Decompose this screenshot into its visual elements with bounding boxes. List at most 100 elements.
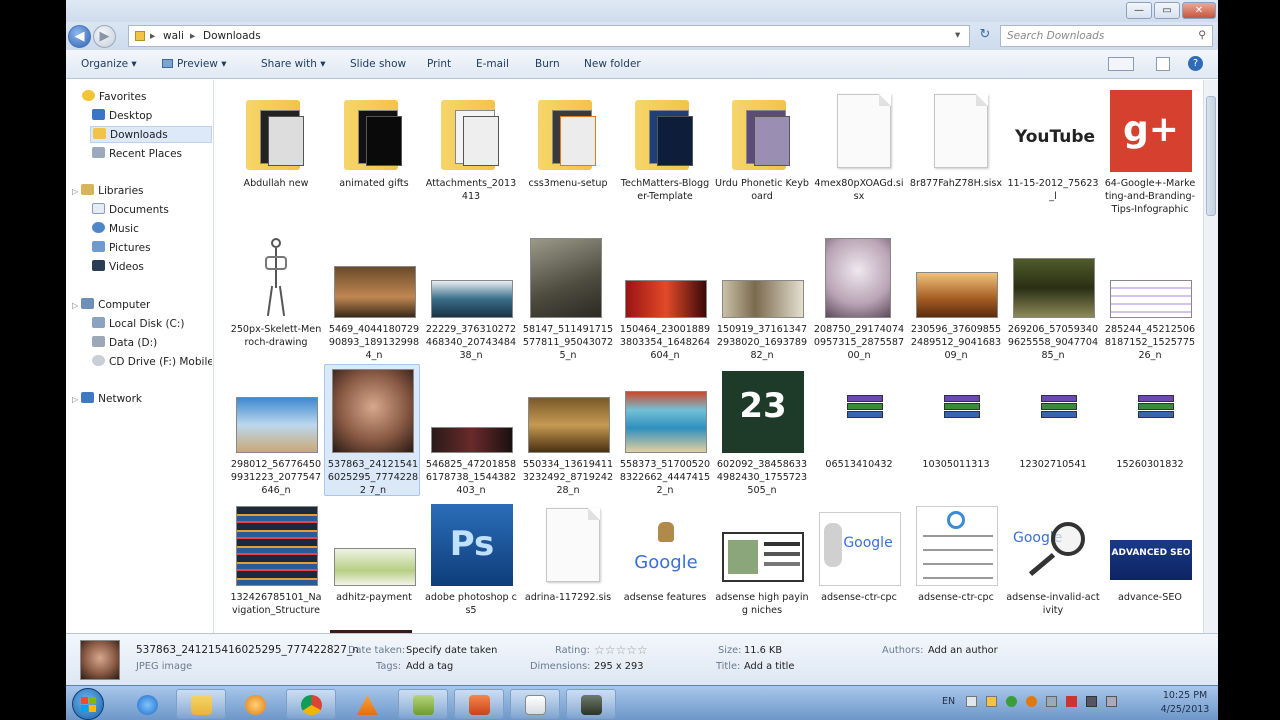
file-item[interactable]: 546825_472018586178738_1544382403_n xyxy=(423,365,519,497)
forward-button[interactable]: ▶ xyxy=(93,25,116,48)
file-item[interactable]: 4mex80pXOAGd.sisx xyxy=(811,84,907,216)
folder-item[interactable]: animated gifts xyxy=(326,84,422,216)
address-bar[interactable]: ▸ wali ▸ Downloads ▾ xyxy=(128,25,970,47)
file-item[interactable]: 58147_511491715577811_950430725_n xyxy=(520,230,616,362)
file-item[interactable]: 22229_376310272468340_2074348438_n xyxy=(423,230,519,362)
authors-field[interactable]: Add an author xyxy=(928,645,998,656)
tray-icon[interactable] xyxy=(966,696,977,707)
taskbar-chrome[interactable] xyxy=(286,689,336,719)
tray-icon[interactable] xyxy=(1026,696,1037,707)
file-item[interactable]: 5469_404418072990893_1891329984_n xyxy=(326,230,422,362)
taskbar-vlc[interactable] xyxy=(342,689,392,719)
nav-pictures[interactable]: Pictures xyxy=(92,241,151,254)
file-item[interactable]: 150919_371613472938020_169378982_n xyxy=(714,230,810,362)
search-input[interactable]: Search Downloads ⚲ xyxy=(1000,25,1213,47)
date-taken-field[interactable]: Specify date taken xyxy=(406,645,497,656)
back-button[interactable]: ◀ xyxy=(68,25,91,48)
new-folder-button[interactable]: New folder xyxy=(584,58,641,70)
burn-button[interactable]: Burn xyxy=(535,58,560,70)
taskbar-recorder[interactable] xyxy=(566,689,616,719)
file-item[interactable]: 558373_517005208322662_44474152_n xyxy=(617,365,713,497)
title-field[interactable]: Add a title xyxy=(744,661,794,672)
file-item-selected[interactable]: 537863_241215416025295_77742282 7_n xyxy=(324,364,420,496)
share-with-menu[interactable]: Share with ▾ xyxy=(261,58,326,70)
nav-data-drive[interactable]: Data (D:) xyxy=(92,336,157,349)
help-icon[interactable]: ? xyxy=(1188,56,1203,71)
file-item[interactable]: adsense-ctr-cpc xyxy=(908,498,1004,630)
file-item[interactable]: 15260301832 xyxy=(1102,365,1198,497)
file-item[interactable]: 10305011313 xyxy=(908,365,1004,497)
folder-item[interactable]: Abdullah new xyxy=(228,84,324,216)
close-button[interactable]: ✕ xyxy=(1182,2,1216,19)
taskbar-notepad[interactable] xyxy=(510,689,560,719)
file-item[interactable]: 23 602092_384586334982430_1755723505_n xyxy=(714,365,810,497)
search-icon[interactable]: ⚲ xyxy=(1198,29,1206,41)
nav-recent-places[interactable]: Recent Places xyxy=(92,147,182,160)
file-item[interactable]: 12302710541 xyxy=(1005,365,1101,497)
nav-music[interactable]: Music xyxy=(92,222,139,235)
folder-item[interactable]: TechMatters-Blogger-Template xyxy=(617,84,713,216)
vertical-scrollbar[interactable] xyxy=(1203,80,1218,633)
tags-field[interactable]: Add a tag xyxy=(406,661,453,672)
refresh-icon[interactable]: ↻ xyxy=(976,27,994,45)
maximize-button[interactable]: ▭ xyxy=(1154,2,1180,19)
nav-desktop[interactable]: Desktop xyxy=(92,109,152,122)
organize-menu[interactable]: Organize ▾ xyxy=(81,58,137,70)
change-view-icon[interactable] xyxy=(1108,57,1134,71)
breadcrumb-wali[interactable]: wali xyxy=(163,30,184,42)
file-item[interactable]: 8r877FahZ78H.sisx xyxy=(908,84,1004,216)
nav-network[interactable]: ▷ Network xyxy=(72,392,142,405)
taskbar-explorer[interactable] xyxy=(176,689,226,719)
file-item[interactable]: YouTube 11-15-2012_75623_l xyxy=(1005,84,1101,216)
print-button[interactable]: Print xyxy=(427,58,451,70)
slide-show-button[interactable]: Slide show xyxy=(350,58,406,70)
file-item[interactable]: Google adsense-invalid-activity xyxy=(1005,498,1101,630)
file-item[interactable]: 298012_567764509931223_2077547646_n xyxy=(228,365,324,497)
nav-cd-drive[interactable]: CD Drive (F:) Mobile I xyxy=(92,355,212,368)
address-dropdown-icon[interactable]: ▾ xyxy=(955,29,960,41)
taskbar-media-player[interactable] xyxy=(230,689,280,719)
rating-stars[interactable]: ☆☆☆☆☆ xyxy=(594,643,648,657)
tray-icon[interactable] xyxy=(1066,696,1077,707)
nav-local-disk[interactable]: Local Disk (C:) xyxy=(92,317,185,330)
nav-videos[interactable]: Videos xyxy=(92,260,144,273)
file-item[interactable]: adsense high paying niches xyxy=(714,498,810,630)
file-item[interactable]: 06513410432 xyxy=(811,365,907,497)
file-item[interactable]: 285244_452125068187152_152577526_n xyxy=(1102,230,1198,362)
file-item[interactable]: Google adsense-ctr-cpc xyxy=(811,498,907,630)
preview-pane-icon[interactable] xyxy=(1156,57,1170,71)
file-item[interactable]: 550334_136194113232492_871924228_n xyxy=(520,365,616,497)
folder-item[interactable]: css3menu-setup xyxy=(520,84,616,216)
file-item[interactable]: 208750_291740740957315_287558700_n xyxy=(811,230,907,362)
file-item[interactable]: ADVANCED SEO advance-SEO xyxy=(1102,498,1198,630)
file-item[interactable]: 269206_570593409625558_904770485_n xyxy=(1005,230,1101,362)
file-item[interactable]: 132426785101_Navigation_Structure xyxy=(228,498,324,630)
folder-item[interactable]: Urdu Phonetic Keyboard xyxy=(714,84,810,216)
email-button[interactable]: E-mail xyxy=(476,58,509,70)
file-item[interactable]: 250px-Skelett-Menroch-drawing xyxy=(228,230,324,362)
breadcrumb-downloads[interactable]: Downloads xyxy=(203,30,261,42)
folder-item[interactable]: Attachments_2013413 xyxy=(423,84,519,216)
volume-icon[interactable] xyxy=(1106,696,1117,707)
tray-icon[interactable] xyxy=(1046,696,1057,707)
file-item[interactable]: g+ 64-Google+-Marketing-and-Branding-Tip… xyxy=(1102,84,1198,216)
file-item[interactable]: 230596_376098552489512_904168309_n xyxy=(908,230,1004,362)
language-indicator[interactable]: EN xyxy=(942,696,955,707)
clock[interactable]: 10:25 PM 4/25/2013 xyxy=(1156,689,1214,717)
nav-computer[interactable]: ▷ Computer xyxy=(72,298,150,311)
taskbar-ie[interactable] xyxy=(122,689,172,719)
file-item[interactable]: adhitz-payment xyxy=(326,498,422,630)
file-item[interactable]: adrina-117292.sis xyxy=(520,498,616,630)
network-tray-icon[interactable] xyxy=(1086,696,1097,707)
tray-icon[interactable] xyxy=(986,696,997,707)
file-item[interactable]: 150464_230018893803354_1648264604_n xyxy=(617,230,713,362)
nav-documents[interactable]: Documents xyxy=(92,203,169,216)
nav-libraries[interactable]: ▷ Libraries xyxy=(72,184,144,197)
nav-downloads[interactable]: Downloads xyxy=(90,126,212,143)
preview-menu[interactable]: Preview ▾ xyxy=(162,58,226,70)
taskbar-powerpoint[interactable] xyxy=(454,689,504,719)
nav-favorites[interactable]: Favorites xyxy=(82,90,146,103)
tray-icon[interactable] xyxy=(1006,696,1017,707)
taskbar-app[interactable] xyxy=(398,689,448,719)
minimize-button[interactable]: — xyxy=(1126,2,1152,19)
